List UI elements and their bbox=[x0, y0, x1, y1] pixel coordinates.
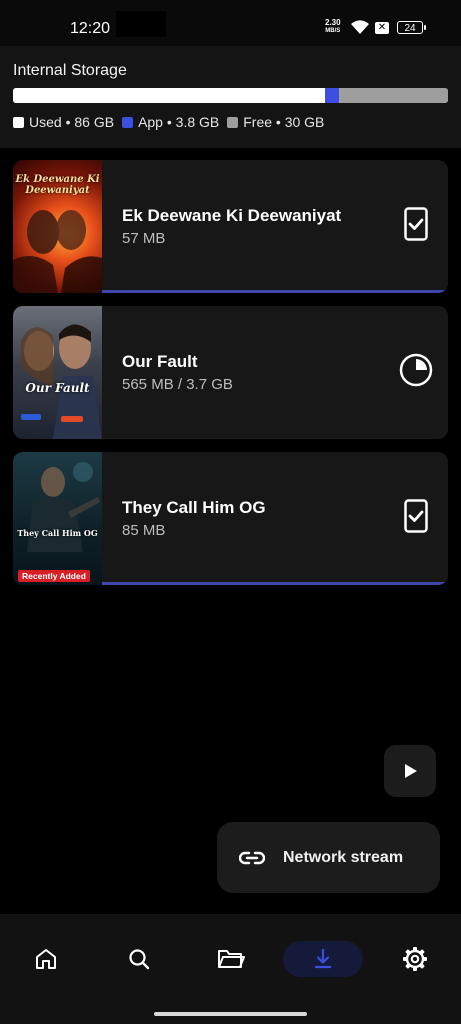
download-item[interactable]: They Call Him OG Recently Added They Cal… bbox=[13, 452, 448, 585]
downloaded-phone-check-icon[interactable] bbox=[398, 498, 434, 534]
download-size: 565 MB / 3.7 GB bbox=[122, 376, 233, 393]
legend-free-swatch bbox=[227, 116, 239, 128]
legend-used-swatch bbox=[13, 116, 24, 128]
home-indicator[interactable] bbox=[154, 1012, 307, 1016]
battery-icon: 24 bbox=[397, 21, 426, 34]
redacted-area bbox=[116, 11, 166, 37]
download-title: Ek Deewane Ki Deewaniyat bbox=[122, 206, 342, 225]
nav-settings[interactable] bbox=[375, 941, 455, 977]
settings-icon bbox=[403, 947, 427, 971]
movie-poster: Our Fault bbox=[13, 306, 102, 439]
download-progress-bar bbox=[102, 582, 448, 585]
poster-title-text: Ek Deewane Ki Deewaniyat bbox=[15, 174, 100, 196]
download-progress-bar bbox=[102, 290, 448, 293]
legend-app-label: App • 3.8 GB bbox=[138, 114, 220, 130]
status-time: 12:20 bbox=[70, 20, 111, 37]
poster-title-text: They Call Him OG bbox=[17, 528, 98, 538]
poster-title-text: Our Fault bbox=[25, 381, 90, 395]
play-button[interactable] bbox=[384, 745, 436, 797]
network-speed: 2.30 MB/S bbox=[325, 19, 341, 35]
network-speed-value: 2.30 bbox=[325, 18, 341, 27]
search-icon bbox=[129, 949, 150, 970]
storage-panel: Internal Storage Used • 86 GB App • 3.8 … bbox=[0, 46, 461, 148]
status-bar: 12:20 2.30 MB/S ✕ 24 bbox=[0, 0, 461, 46]
nav-home[interactable] bbox=[6, 941, 86, 977]
network-speed-unit: MB/S bbox=[325, 28, 341, 34]
storage-usage-bar bbox=[13, 88, 448, 103]
download-icon bbox=[314, 948, 332, 969]
nav-downloads[interactable] bbox=[283, 941, 363, 977]
legend-free-label: Free • 30 GB bbox=[243, 114, 325, 130]
recently-added-badge: Recently Added bbox=[18, 570, 90, 582]
storage-bar-used bbox=[13, 88, 326, 103]
nav-folders[interactable] bbox=[191, 941, 271, 977]
movie-poster: They Call Him OG Recently Added bbox=[13, 452, 102, 585]
download-size: 85 MB bbox=[122, 522, 166, 539]
storage-bar-app bbox=[325, 88, 340, 103]
download-size: 57 MB bbox=[122, 230, 166, 247]
wifi-icon bbox=[351, 20, 369, 34]
network-stream-label: Network stream bbox=[283, 848, 404, 866]
folder-icon bbox=[218, 950, 245, 968]
no-sim-icon: ✕ bbox=[375, 22, 389, 34]
movie-poster: Ek Deewane Ki Deewaniyat bbox=[13, 160, 102, 293]
download-title: Our Fault bbox=[122, 352, 198, 371]
legend-app-swatch bbox=[122, 116, 134, 128]
nav-search[interactable] bbox=[99, 941, 179, 977]
link-icon bbox=[239, 851, 265, 864]
play-icon bbox=[405, 764, 417, 778]
legend-used-label: Used • 86 GB bbox=[29, 114, 115, 130]
download-item[interactable]: Ek Deewane Ki Deewaniyat Ek Deewane Ki D… bbox=[13, 160, 448, 293]
download-progress-pie-icon[interactable] bbox=[398, 352, 434, 388]
storage-bar-free bbox=[339, 88, 448, 103]
network-stream-button[interactable]: Network stream bbox=[217, 822, 440, 893]
home-icon bbox=[36, 949, 56, 969]
storage-legend: Used • 86 GB App • 3.8 GB Free • 30 GB bbox=[13, 114, 332, 130]
download-title: They Call Him OG bbox=[122, 498, 266, 517]
bottom-navigation bbox=[0, 914, 461, 1024]
download-item[interactable]: Our Fault Our Fault 565 MB / 3.7 GB bbox=[13, 306, 448, 439]
storage-title: Internal Storage bbox=[13, 62, 127, 79]
downloaded-phone-check-icon[interactable] bbox=[398, 206, 434, 242]
